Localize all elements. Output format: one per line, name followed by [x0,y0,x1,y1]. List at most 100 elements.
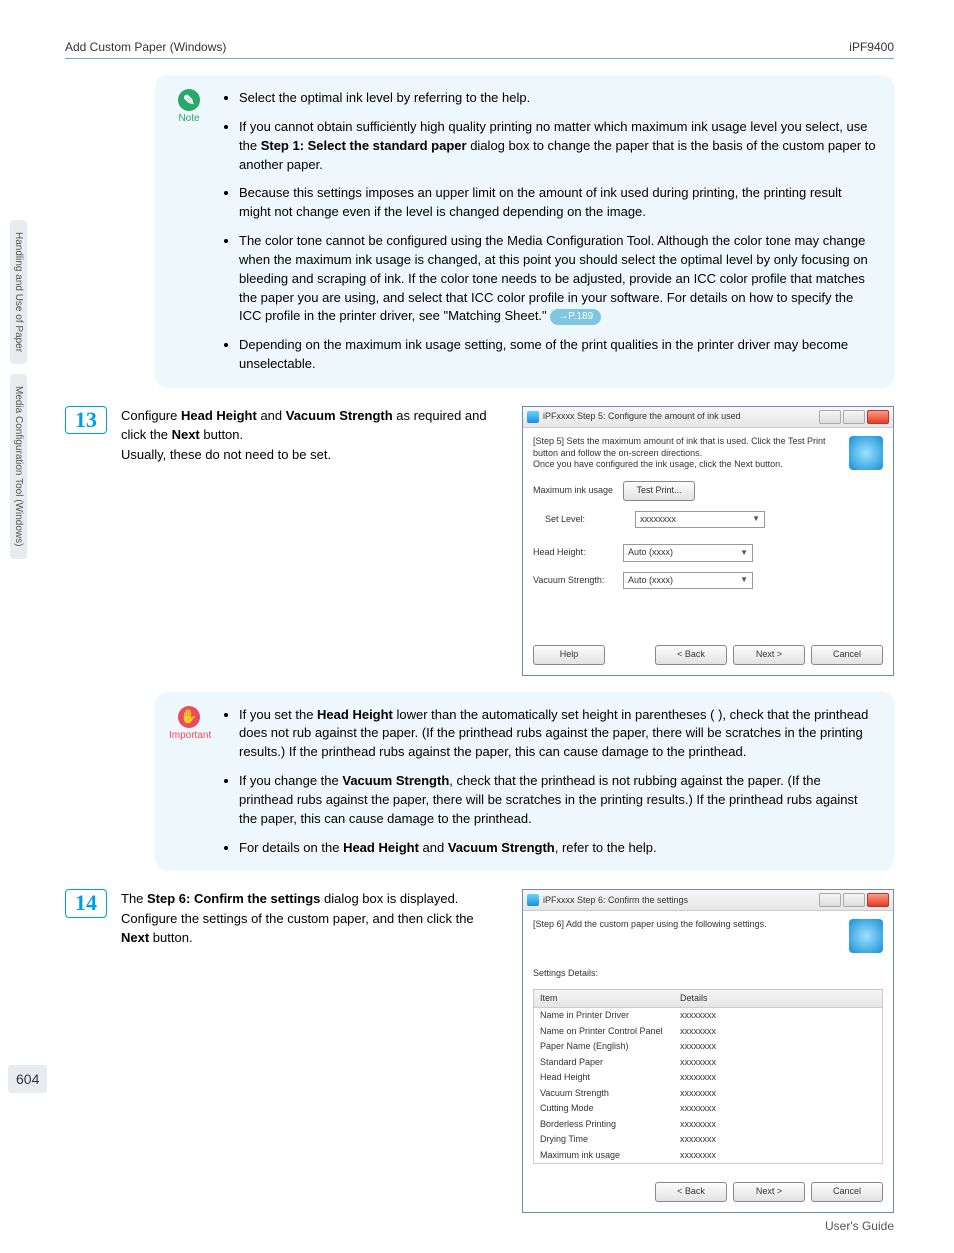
cell-item: Cutting Mode [540,1102,680,1116]
dialog-title: iPFxxxx Step 6: Confirm the settings [543,894,817,908]
maximize-icon[interactable] [843,893,865,907]
close-icon[interactable] [867,893,889,907]
minimize-icon[interactable] [819,410,841,424]
step6-dialog: iPFxxxx Step 6: Confirm the settings [St… [522,889,894,1213]
header-left: Add Custom Paper (Windows) [65,40,226,54]
pencil-icon: ✎ [178,89,200,111]
back-button[interactable]: < Back [655,645,727,665]
important-item: If you set the Head Height lower than th… [239,706,876,763]
product-logo-icon [849,919,883,953]
cancel-button[interactable]: Cancel [811,645,883,665]
chevron-down-icon: ▼ [740,574,748,586]
cell-item: Drying Time [540,1133,680,1147]
cell-item: Name in Printer Driver [540,1009,680,1023]
next-button[interactable]: Next > [733,645,805,665]
step-number: 13 [65,406,107,434]
note-item: Depending on the maximum ink usage setti… [239,336,876,374]
cell-item: Head Height [540,1071,680,1085]
next-button[interactable]: Next > [733,1182,805,1202]
note-item: Because this settings imposes an upper l… [239,184,876,222]
note-callout: ✎ Note Select the optimal ink level by r… [155,75,894,388]
note-item: Select the optimal ink level by referrin… [239,89,876,108]
app-icon [527,411,539,423]
cell-item: Vacuum Strength [540,1087,680,1101]
table-row: Vacuum Strengthxxxxxxxx [534,1086,882,1102]
vacuum-combo[interactable]: Auto (xxxx)▼ [623,572,753,590]
note-item: The color tone cannot be configured usin… [239,232,876,326]
cell-item: Paper Name (English) [540,1040,680,1054]
table-row: Drying Timexxxxxxxx [534,1132,882,1148]
product-logo-icon [849,436,883,470]
head-height-combo[interactable]: Auto (xxxx)▼ [623,544,753,562]
important-callout: ✋ Important If you set the Head Height l… [155,692,894,872]
dialog-titlebar: iPFxxxx Step 6: Confirm the settings [523,890,893,911]
side-tab-handling: Handling and Use of Paper [10,220,27,364]
maximize-icon[interactable] [843,410,865,424]
cell-details: xxxxxxxx [680,1118,716,1132]
table-row: Cutting Modexxxxxxxx [534,1101,882,1117]
cell-details: xxxxxxxx [680,1025,716,1039]
page-ref-link[interactable]: →P.189 [550,309,601,326]
note-icon: ✎ Note [169,89,209,124]
step-13-text: Configure Head Height and Vacuum Strengt… [121,406,500,676]
dialog-title: iPFxxxx Step 5: Configure the amount of … [543,410,817,424]
cell-item: Maximum ink usage [540,1149,680,1163]
settings-details-label: Settings Details: [533,967,883,981]
cell-details: xxxxxxxx [680,1040,716,1054]
chevron-down-icon: ▼ [752,513,760,525]
cell-details: xxxxxxxx [680,1009,716,1023]
app-icon [527,894,539,906]
side-tabs: Handling and Use of Paper Media Configur… [10,220,30,569]
hand-icon: ✋ [178,706,200,728]
dialog-titlebar: iPFxxxx Step 5: Configure the amount of … [523,407,893,428]
col-details: Details [680,992,708,1006]
col-item: Item [540,992,680,1006]
set-level-combo[interactable]: xxxxxxxx▼ [635,511,765,529]
cell-details: xxxxxxxx [680,1087,716,1101]
cell-item: Standard Paper [540,1056,680,1070]
important-icon: ✋ Important [169,706,209,741]
label-head-height: Head Height: [533,546,623,560]
label-vacuum: Vacuum Strength: [533,574,623,588]
help-button[interactable]: Help [533,645,605,665]
cell-details: xxxxxxxx [680,1071,716,1085]
footer-text: User's Guide [825,1219,894,1233]
dialog-description: [Step 6] Add the custom paper using the … [533,919,841,931]
step-14-text: The Step 6: Confirm the settings dialog … [121,889,500,1213]
cell-item: Name on Printer Control Panel [540,1025,680,1039]
chevron-down-icon: ▼ [740,547,748,559]
side-tab-media-config: Media Configuration Tool (Windows) [10,374,27,558]
cell-details: xxxxxxxx [680,1149,716,1163]
table-row: Head Heightxxxxxxxx [534,1070,882,1086]
dialog-description: [Step 5] Sets the maximum amount of ink … [533,436,841,471]
minimize-icon[interactable] [819,893,841,907]
label-max-ink: Maximum ink usage [533,484,623,498]
cell-details: xxxxxxxx [680,1133,716,1147]
page-number: 604 [8,1065,47,1093]
table-row: Name on Printer Control Panelxxxxxxxx [534,1024,882,1040]
step-14: 14 The Step 6: Confirm the settings dial… [65,889,894,1213]
table-row: Maximum ink usagexxxxxxxx [534,1148,882,1164]
table-row: Name in Printer Driverxxxxxxxx [534,1008,882,1024]
step-13: 13 Configure Head Height and Vacuum Stre… [65,406,894,676]
close-icon[interactable] [867,410,889,424]
important-item: If you change the Vacuum Strength, check… [239,772,876,829]
step-number: 14 [65,889,107,917]
cell-details: xxxxxxxx [680,1102,716,1116]
back-button[interactable]: < Back [655,1182,727,1202]
test-print-button[interactable]: Test Print... [623,481,695,501]
note-label: Note [169,113,209,124]
page-header: Add Custom Paper (Windows) iPF9400 [65,40,894,59]
header-right: iPF9400 [849,40,894,54]
cell-details: xxxxxxxx [680,1056,716,1070]
important-list: If you set the Head Height lower than th… [223,706,876,858]
table-row: Borderless Printingxxxxxxxx [534,1117,882,1133]
table-header: Item Details [534,990,882,1009]
settings-table: Item Details Name in Printer Driverxxxxx… [533,989,883,1165]
cancel-button[interactable]: Cancel [811,1182,883,1202]
table-row: Standard Paperxxxxxxxx [534,1055,882,1071]
cell-item: Borderless Printing [540,1118,680,1132]
step5-dialog: iPFxxxx Step 5: Configure the amount of … [522,406,894,676]
note-list: Select the optimal ink level by referrin… [223,89,876,374]
table-row: Paper Name (English)xxxxxxxx [534,1039,882,1055]
